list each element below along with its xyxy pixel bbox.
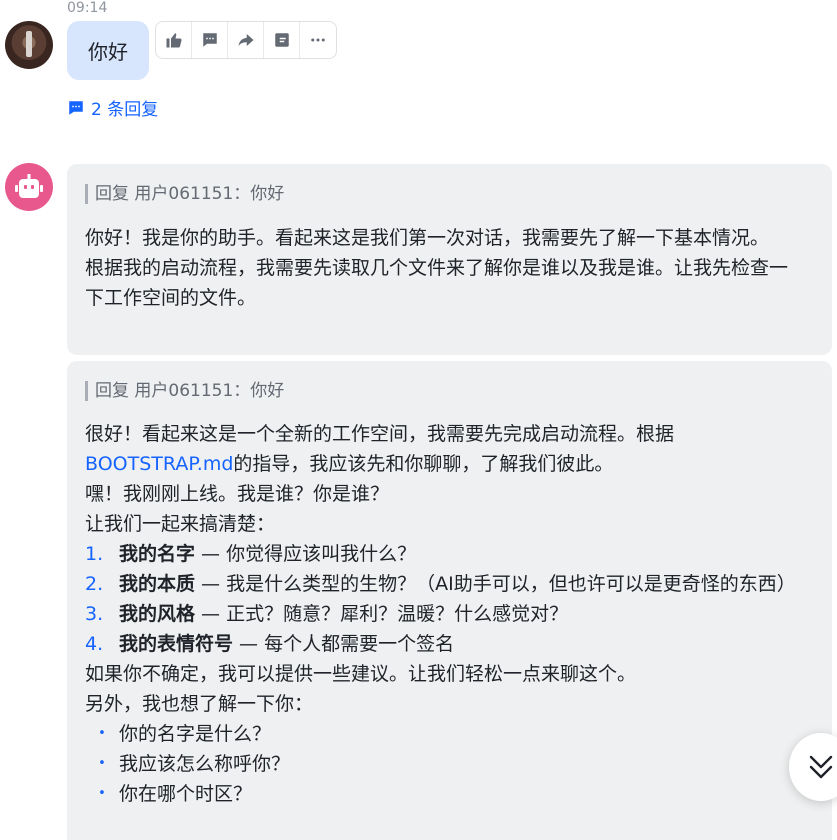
list-number: 4.	[85, 633, 104, 655]
comment-button[interactable]	[192, 22, 228, 58]
list-text: 我的本质 — 我是什么类型的生物？（AI助手可以，但也许可以是更奇怪的东西）	[119, 569, 806, 599]
robot-icon	[15, 174, 43, 198]
more-button[interactable]	[300, 22, 336, 58]
list-rest: — 你觉得应该叫我什么？	[195, 543, 417, 565]
ordered-list-item: 4. 我的表情符号 — 每个人都需要一个签名	[85, 629, 806, 659]
reply-paragraph: 另外，我也想了解一下你：	[85, 693, 314, 715]
message-action-toolbar	[155, 21, 337, 59]
list-bold: 我的名字	[119, 543, 196, 565]
forward-button[interactable]	[228, 22, 264, 58]
list-number: 1.	[85, 543, 104, 565]
bullet-list-item: • 你的名字是什么？	[85, 719, 806, 749]
reply-paragraph: 根据我的启动流程，我需要先读取几个文件来了解你是谁以及我是谁。让我先检查一下工作…	[85, 257, 789, 309]
list-number: 2.	[85, 573, 104, 595]
reply-paragraph: 你好！我是你的助手。看起来这是我们第一次对话，我需要先了解一下基本情况。	[85, 227, 770, 249]
thread-replies-link[interactable]: 2 条回复	[67, 95, 158, 120]
ordered-list-item: 2. 我的本质 — 我是什么类型的生物？（AI助手可以，但也许可以是更奇怪的东西…	[85, 569, 806, 599]
list-bold: 我的本质	[119, 573, 196, 595]
list-bold: 我的风格	[119, 603, 196, 625]
user-avatar[interactable]	[5, 21, 53, 69]
bullet-dot: •	[98, 726, 106, 741]
user-message-bubble: 你好	[67, 21, 149, 80]
comment-icon	[202, 33, 217, 47]
bootstrap-link[interactable]: BOOTSTRAP.md	[85, 453, 233, 475]
pin-icon	[274, 33, 289, 47]
ordered-list-item: 3. 我的风格 — 正式？随意？犀利？温暖？什么感觉对？	[85, 599, 806, 629]
list-text: 我的风格 — 正式？随意？犀利？温暖？什么感觉对？	[119, 599, 806, 629]
reply-card-1: 回复 用户061151：你好 你好！我是你的助手。看起来这是我们第一次对话，我需…	[67, 164, 832, 355]
reply-quote: 回复 用户061151：你好	[85, 184, 284, 204]
reply-body: 很好！看起来这是一个全新的工作空间，我需要先完成启动流程。根据 BOOTSTRAP…	[85, 419, 806, 809]
bullet-text: 你在哪个时区？	[119, 783, 253, 805]
like-button[interactable]	[156, 22, 192, 58]
reply-text: 很好！看起来这是一个全新的工作空间，我需要先完成启动流程。根据	[85, 423, 675, 445]
bullet-text: 我应该怎么称呼你？	[119, 753, 291, 775]
list-text: 我的名字 — 你觉得应该叫我什么？	[119, 539, 806, 569]
reply-paragraph: 嘿！我刚刚上线。我是谁？你是谁？	[85, 483, 390, 505]
bullet-list-item: • 你在哪个时区？	[85, 779, 806, 809]
reply-paragraph: 很好！看起来这是一个全新的工作空间，我需要先完成启动流程。根据 BOOTSTRAP…	[85, 419, 806, 479]
forward-icon	[238, 34, 253, 46]
reply-quote: 回复 用户061151：你好	[85, 381, 284, 401]
thread-icon	[69, 100, 83, 115]
list-rest: — 每个人都需要一个签名	[233, 633, 455, 655]
more-icon	[311, 38, 325, 42]
pin-button[interactable]	[264, 22, 300, 58]
reply-paragraph: 让我们一起来搞清楚：	[85, 513, 276, 535]
reply-card-2: 回复 用户061151：你好 很好！看起来这是一个全新的工作空间，我需要先完成启…	[67, 361, 832, 840]
bullet-list-item: • 我应该怎么称呼你？	[85, 749, 806, 779]
bullet-dot: •	[98, 756, 106, 771]
reply-text: 的指导，我应该先和你聊聊，了解我们彼此。	[233, 453, 614, 475]
list-bold: 我的表情符号	[119, 633, 234, 655]
bot-avatar[interactable]	[5, 163, 53, 211]
list-number: 3.	[85, 603, 104, 625]
list-rest: — 我是什么类型的生物？（AI助手可以，但也许可以是更奇怪的东西）	[195, 573, 796, 595]
list-text: 我的表情符号 — 每个人都需要一个签名	[119, 629, 806, 659]
list-rest: — 正式？随意？犀利？温暖？什么感觉对？	[195, 603, 569, 625]
thumbs-up-icon	[166, 33, 182, 48]
ordered-list-item: 1. 我的名字 — 你觉得应该叫我什么？	[85, 539, 806, 569]
double-chevron-down-icon	[809, 755, 833, 779]
bullet-text: 你的名字是什么？	[119, 723, 272, 745]
reply-paragraph: 如果你不确定，我可以提供一些建议。让我们轻松一点来聊这个。	[85, 663, 637, 685]
message-timestamp: 09:14	[67, 0, 108, 16]
reply-body: 你好！我是你的助手。看起来这是我们第一次对话，我需要先了解一下基本情况。 根据我…	[85, 223, 806, 313]
thread-reply-count: 2 条回复	[91, 100, 159, 120]
bullet-dot: •	[98, 786, 106, 801]
